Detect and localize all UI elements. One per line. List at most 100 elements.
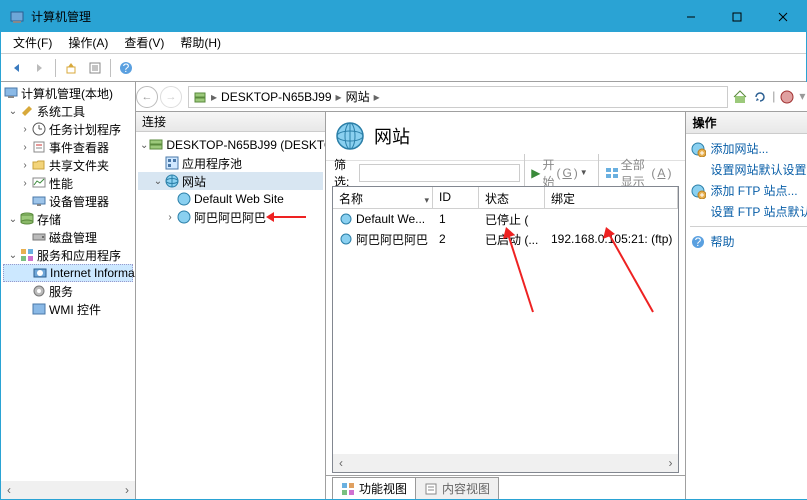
breadcrumb-separator-icon[interactable]: ▸ <box>209 90 219 104</box>
tree-server[interactable]: ⌄ DESKTOP-N65BJ99 (DESKTOP <box>138 136 323 154</box>
collapse-icon[interactable]: ⌄ <box>7 214 19 225</box>
app-icon <box>9 9 25 25</box>
action-site-defaults[interactable]: 设置网站默认设置... <box>690 159 807 180</box>
tree-wmi[interactable]: WMI 控件 <box>3 300 133 318</box>
tools-icon <box>19 103 35 119</box>
column-header-id[interactable]: ID <box>433 187 479 208</box>
device-manager-icon <box>31 193 47 209</box>
iis-panel: ← → ▸ DESKTOP-N65BJ99 ▸ 网站 ▸ | ▾ ? ▾ <box>136 82 807 499</box>
collapse-icon[interactable]: ⌄ <box>7 250 19 261</box>
scroll-right-icon[interactable]: › <box>119 482 135 498</box>
tree-shared-folders[interactable]: › 共享文件夹 <box>3 156 133 174</box>
breadcrumb-separator-icon[interactable]: ▸ <box>334 90 344 104</box>
connections-panel: 连接 ⌄ DESKTOP-N65BJ99 (DESKTOP 应用程序池 ⌄ <box>136 112 326 499</box>
tree-storage[interactable]: ⌄ 存储 <box>3 210 133 228</box>
grid-scrollbar[interactable]: ‹ › <box>333 454 678 472</box>
breadcrumb-node[interactable]: DESKTOP-N65BJ99 <box>221 90 332 104</box>
properties-button[interactable] <box>84 57 106 79</box>
tab-content[interactable]: 内容视图 <box>415 477 499 499</box>
expand-icon[interactable]: › <box>19 124 31 135</box>
stop-icon[interactable] <box>779 89 795 105</box>
dropdown-separator: | <box>772 89 775 105</box>
collapse-icon[interactable]: ⌄ <box>7 106 19 117</box>
main-area: 网站 筛选: ▶ 开始(G) ▼ 全部显示(A) <box>326 112 686 499</box>
tree-device-manager[interactable]: 设备管理器 <box>3 192 133 210</box>
left-scrollbar[interactable]: ‹ › <box>1 481 135 499</box>
collapse-icon[interactable]: ⌄ <box>140 140 148 151</box>
maximize-button[interactable] <box>714 1 760 32</box>
tree-sites[interactable]: ⌄ 网站 <box>138 172 323 190</box>
action-add-ftp[interactable]: 添加 FTP 站点... <box>690 180 807 201</box>
tree-system-tools[interactable]: ⌄ 系统工具 <box>3 102 133 120</box>
tree-app-pools[interactable]: 应用程序池 <box>138 154 323 172</box>
forward-button[interactable] <box>29 57 51 79</box>
tree-performance[interactable]: › 性能 <box>3 174 133 192</box>
dropdown-arrow-icon[interactable]: ▾ <box>799 89 805 105</box>
tree-task-scheduler[interactable]: › 任务计划程序 <box>3 120 133 138</box>
connections-header: 连接 <box>136 112 325 132</box>
tree-root[interactable]: 计算机管理(本地) <box>3 84 133 102</box>
menu-view[interactable]: 查看(V) <box>116 32 172 53</box>
connections-tree[interactable]: ⌄ DESKTOP-N65BJ99 (DESKTOP 应用程序池 ⌄ 网站 <box>136 132 325 499</box>
sites-grid: 名称 ID 状态 绑定 Default We... 1 已停止 ( <box>332 186 679 473</box>
filter-input[interactable] <box>359 164 520 182</box>
address-box[interactable]: ▸ DESKTOP-N65BJ99 ▸ 网站 ▸ <box>188 86 728 108</box>
action-add-website[interactable]: 添加网站... <box>690 138 807 159</box>
page-title: 网站 <box>374 123 410 149</box>
scroll-right-icon[interactable]: › <box>662 455 678 471</box>
collapse-icon[interactable]: ⌄ <box>152 176 164 187</box>
grid-row[interactable]: Default We... 1 已停止 ( <box>333 209 678 229</box>
scroll-left-icon[interactable]: ‹ <box>333 455 349 471</box>
nav-forward-button[interactable]: → <box>160 86 182 108</box>
action-help[interactable]: ? 帮助 <box>690 231 807 252</box>
column-header-state[interactable]: 状态 <box>479 187 545 208</box>
performance-icon <box>31 175 47 191</box>
expand-icon[interactable]: › <box>19 178 31 189</box>
menu-action[interactable]: 操作(A) <box>60 32 116 53</box>
tree-services[interactable]: 服务 <box>3 282 133 300</box>
tab-features[interactable]: 功能视图 <box>332 477 416 499</box>
column-header-binding[interactable]: 绑定 <box>545 187 678 208</box>
home-icon[interactable] <box>732 89 748 105</box>
up-button[interactable] <box>60 57 82 79</box>
expand-icon[interactable]: › <box>19 142 31 153</box>
back-button[interactable] <box>5 57 27 79</box>
tree-services-apps[interactable]: ⌄ 服务和应用程序 <box>3 246 133 264</box>
grid-body[interactable]: Default We... 1 已停止 ( 阿巴阿巴阿巴 2 已启动 (... … <box>333 209 678 454</box>
app-pool-icon <box>164 155 180 171</box>
column-header-name[interactable]: 名称 <box>333 187 433 208</box>
breadcrumb-node[interactable]: 网站 <box>346 88 370 105</box>
breadcrumb-separator-icon[interactable]: ▸ <box>372 90 382 104</box>
tree-disk-management[interactable]: 磁盘管理 <box>3 228 133 246</box>
server-icon <box>148 137 164 153</box>
toolbar-separator <box>110 59 111 77</box>
site-icon <box>339 232 353 246</box>
expand-icon[interactable]: › <box>19 160 31 171</box>
left-panel: 计算机管理(本地) ⌄ 系统工具 › 任务计划程序 › 事件查看器 › 共享文件… <box>1 82 136 499</box>
mmc-tree[interactable]: 计算机管理(本地) ⌄ 系统工具 › 任务计划程序 › 事件查看器 › 共享文件… <box>1 82 135 481</box>
features-view-icon <box>341 482 355 496</box>
menu-file[interactable]: 文件(F) <box>5 32 60 53</box>
grid-row[interactable]: 阿巴阿巴阿巴 2 已启动 (... 192.168.0.105:21: (ftp… <box>333 229 678 249</box>
divider <box>690 226 807 227</box>
action-ftp-defaults[interactable]: 设置 FTP 站点默认值... <box>690 201 807 222</box>
tree-iis[interactable]: Internet Informat <box>3 264 133 282</box>
disk-icon <box>31 229 47 245</box>
minimize-button[interactable] <box>668 1 714 32</box>
expand-icon[interactable]: › <box>164 212 176 223</box>
menu-help[interactable]: 帮助(H) <box>172 32 229 53</box>
filter-bar: 筛选: ▶ 开始(G) ▼ 全部显示(A) <box>326 160 685 184</box>
site-icon <box>339 212 353 226</box>
services-apps-icon <box>19 247 35 263</box>
scroll-left-icon[interactable]: ‹ <box>1 482 17 498</box>
toolbar: ? <box>1 54 806 82</box>
svg-text:?: ? <box>695 235 702 249</box>
tree-custom-site[interactable]: › 阿巴阿巴阿巴 <box>138 208 323 226</box>
close-button[interactable] <box>760 1 806 32</box>
help-button[interactable]: ? <box>115 57 137 79</box>
sync-icon[interactable] <box>752 89 768 105</box>
tree-event-viewer[interactable]: › 事件查看器 <box>3 138 133 156</box>
grid-header: 名称 ID 状态 绑定 <box>333 187 678 209</box>
nav-back-button[interactable]: ← <box>136 86 158 108</box>
tree-default-site[interactable]: Default Web Site <box>138 190 323 208</box>
